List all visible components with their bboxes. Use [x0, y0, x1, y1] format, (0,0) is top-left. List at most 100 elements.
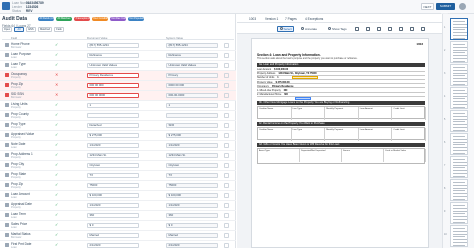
document-value-input[interactable]: 2/1/2020 [87, 242, 139, 248]
document-value-input[interactable]: Citytown [87, 162, 139, 168]
row-checkbox[interactable] [224, 93, 229, 98]
status-chip[interactable]: Not Populated [128, 17, 144, 21]
audit-row[interactable]: Appraised Value Property ✓ $ 275,000 $ 275,0… [0, 131, 236, 141]
row-checkbox[interactable] [224, 193, 229, 198]
system-value-input[interactable]: Married [166, 232, 218, 238]
page-thumbnail[interactable] [450, 41, 468, 63]
status-chip[interactable]: All Matches [56, 17, 72, 21]
row-checkbox[interactable] [224, 53, 229, 58]
row-checkbox[interactable] [224, 133, 229, 138]
document-value-input[interactable]: Refinance [87, 52, 139, 58]
row-checkbox[interactable] [224, 233, 229, 238]
audit-row[interactable]: Loan Term Loan ✓ 360 360 [0, 211, 236, 221]
audit-row[interactable]: Prop Address 1 Property ✓ 1234 Main St. 1234… [0, 151, 236, 161]
page-thumbnail[interactable] [450, 133, 468, 155]
document-value-input[interactable]: 360 [87, 212, 139, 218]
page-thumbnail[interactable] [450, 156, 468, 178]
show-tags-button[interactable]: Show Tags [328, 26, 347, 32]
fit-page-icon[interactable] [399, 26, 403, 31]
row-checkbox[interactable] [224, 213, 229, 218]
system-value-input[interactable]: $ 275,000 [166, 132, 218, 138]
tab-exceptions[interactable]: 4 Exceptions [305, 17, 323, 21]
audit-row[interactable]: Marital Status Borrower ✓ Married Married [0, 231, 236, 241]
system-value-input[interactable]: Unknown Valid Values [166, 62, 218, 68]
audit-row[interactable]: Loan Amount Loan ✓ $ 100,000 $ 100,000 [0, 191, 236, 201]
row-checkbox[interactable] [224, 203, 229, 208]
document-value-input[interactable]: $ 100,000 [87, 192, 139, 198]
audit-row[interactable]: Prop City Property ✓ Citytown Citytown [0, 161, 236, 171]
audit-row[interactable]: Home Phone Borrower ✓ (817) 555-1234 (817) 5… [0, 41, 236, 51]
document-value-input[interactable]: 1234 Main St. [87, 152, 139, 158]
audit-row[interactable]: Appraisal Date Property ✓ 1/1/2020 1/1/2020 [0, 201, 236, 211]
filter-chip[interactable]: All [14, 27, 24, 32]
print-icon[interactable] [421, 26, 425, 31]
page-thumbnail[interactable] [450, 18, 468, 40]
system-value-input[interactable]: 1 [166, 102, 218, 108]
row-checkbox[interactable] [224, 223, 229, 228]
submit-audit-button[interactable]: SUBMIT AUDIT [436, 3, 455, 15]
audit-row[interactable]: Prop Zip Property ✕ 000 00 000 0000 00 000 [0, 81, 236, 91]
filter-chip[interactable]: Fails [54, 27, 64, 32]
system-value-input[interactable]: 0000 00 000 [166, 82, 218, 88]
system-value-input[interactable] [166, 112, 218, 118]
document-value-input[interactable]: $ 275,000 [87, 132, 139, 138]
audit-row[interactable]: Prop Type Property ✓ Detached SFR [0, 121, 236, 131]
download-icon[interactable] [410, 26, 414, 31]
system-value-input[interactable]: (817) 555-1234 [166, 42, 218, 48]
rotate-icon[interactable] [388, 26, 392, 31]
system-value-input[interactable]: 000-00-0000 [166, 92, 218, 98]
page-thumbnail[interactable] [450, 179, 468, 201]
filter-chip[interactable]: ENS [26, 27, 36, 32]
system-value-input[interactable]: 1234 Main St. [166, 152, 218, 158]
row-checkbox[interactable] [224, 123, 229, 128]
audit-row[interactable]: Sales Price Loan ✓ $ 0 $ 0 [0, 221, 236, 231]
row-checkbox[interactable] [224, 63, 229, 68]
row-checkbox[interactable] [224, 113, 229, 118]
tab-version[interactable]: Version 1 [265, 17, 278, 21]
row-checkbox[interactable] [224, 43, 229, 48]
row-checkbox[interactable] [224, 163, 229, 168]
document-value-input[interactable]: 1/1/2020 [87, 202, 139, 208]
document-value-input[interactable]: Detached [87, 122, 139, 128]
occupancy-highlight[interactable] [295, 96, 311, 100]
document-value-input[interactable]: Primary Residence [87, 72, 139, 78]
document-value-input[interactable]: 75000 [87, 182, 139, 188]
system-value-input[interactable]: Refinance [166, 52, 218, 58]
status-chip[interactable]: 3 Exceptions [74, 17, 90, 21]
document-value-input[interactable]: TX [87, 172, 139, 178]
system-value-input[interactable]: $ 100,000 [166, 192, 218, 198]
document-value-input[interactable]: 000 00 0000 [87, 92, 139, 98]
status-chip[interactable]: Dec Conditions [92, 17, 108, 21]
system-value-input[interactable]: 75000 [166, 182, 218, 188]
page-thumbnail[interactable] [450, 225, 468, 247]
system-value-input[interactable]: 2/1/2020 [166, 242, 218, 248]
document-value-input[interactable]: 1/1/2020 [87, 142, 139, 148]
next-button[interactable]: NEXT [421, 3, 434, 10]
row-checkbox[interactable] [224, 103, 229, 108]
page-thumbnail[interactable] [450, 64, 468, 86]
audit-row[interactable]: First Pmt Date Loan ✓ 2/1/2020 2/1/2020 [0, 241, 236, 248]
filter-chip[interactable]: Matched [38, 27, 52, 32]
row-checkbox[interactable] [224, 243, 229, 248]
document-page[interactable]: 1003 Section 4: Loan and Property Inform… [251, 38, 429, 248]
document-value-input[interactable]: $ 0 [87, 222, 139, 228]
annotate-tool-button[interactable]: Annotate [301, 26, 317, 32]
system-value-input[interactable]: TX [166, 172, 218, 178]
system-value-input[interactable]: $ 0 [166, 222, 218, 228]
zoom-out-icon[interactable] [377, 26, 381, 31]
system-value-input[interactable]: Primary [166, 72, 218, 78]
document-value-input[interactable]: Unknown Valid Values [87, 62, 139, 68]
document-value-input[interactable]: (817) 555-1234 [87, 42, 139, 48]
document-value-input[interactable] [87, 112, 139, 118]
page-thumbnail[interactable] [450, 110, 468, 132]
zoom-in-icon[interactable] [366, 26, 370, 31]
status-chip[interactable]: Not Dec Conditions [110, 17, 126, 21]
system-value-input[interactable]: 1/1/2020 [166, 202, 218, 208]
system-value-input[interactable]: SFR [166, 122, 218, 128]
audit-row[interactable]: Prop County Property ✓ [0, 111, 236, 121]
row-checkbox[interactable] [224, 83, 229, 88]
audit-row[interactable]: Note Date Loan ✓ 1/1/2020 1/1/2020 [0, 141, 236, 151]
tab-document-name[interactable]: 1003 [249, 17, 256, 21]
document-value-input[interactable]: 1 [87, 102, 139, 108]
user-avatar[interactable] [459, 3, 466, 10]
